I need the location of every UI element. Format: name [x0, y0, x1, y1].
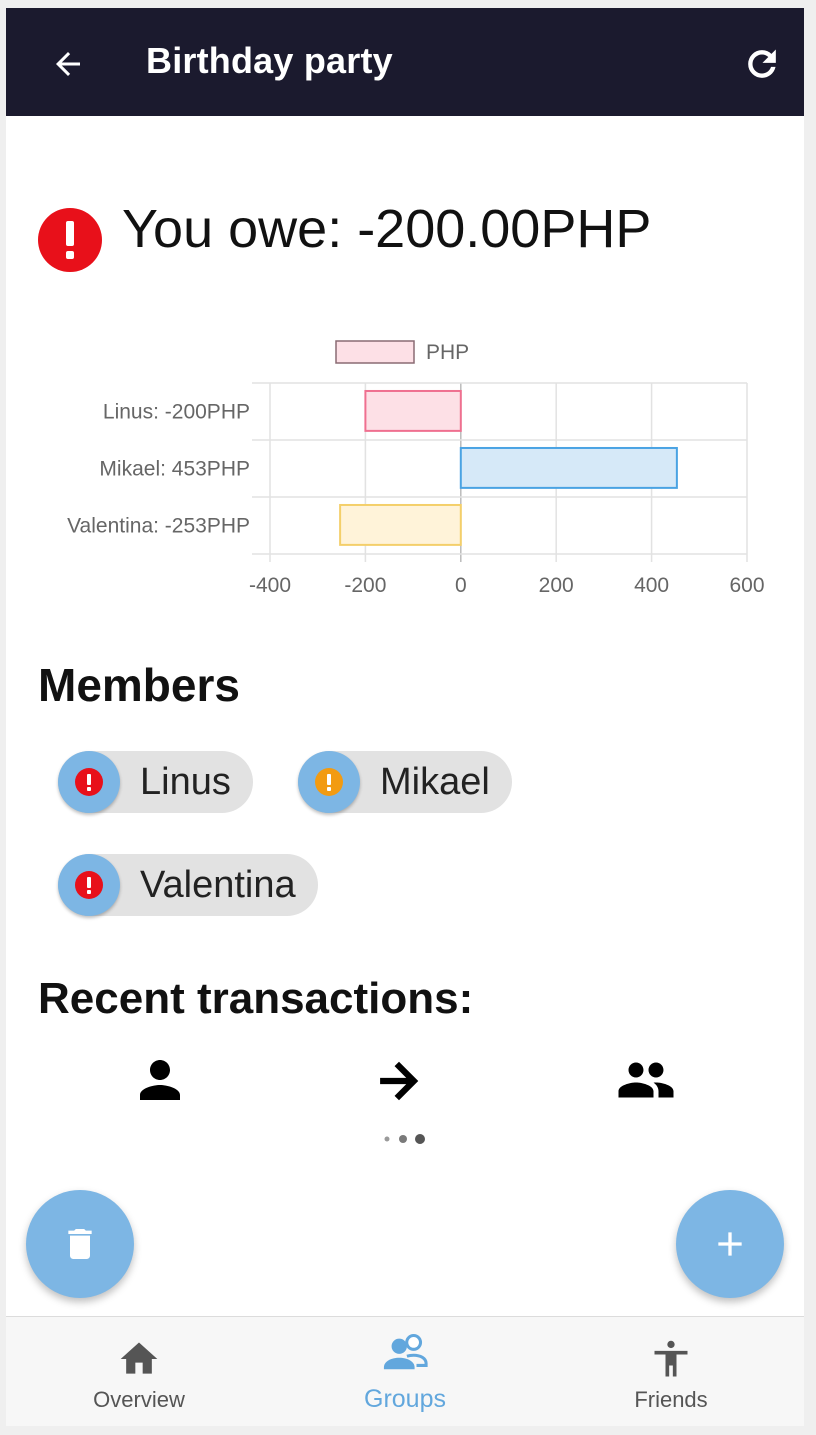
bar [339, 503, 462, 546]
avatar [58, 751, 120, 813]
legend-swatch [335, 340, 415, 364]
person-standing-icon [654, 1340, 688, 1377]
home-icon [120, 1342, 158, 1374]
app-screen: Birthday party You owe: -200.00PHP PHP -4… [6, 8, 804, 1426]
carousel-dot[interactable] [399, 1135, 407, 1143]
nav-item-groups[interactable]: Groups [272, 1317, 538, 1426]
nav-label-friends: Friends [634, 1387, 708, 1412]
x-tick-label: 400 [634, 574, 669, 597]
category-label: Valentina: -253PHP [67, 515, 250, 538]
legend-label: PHP [426, 341, 469, 364]
alert-circle-icon [75, 871, 103, 899]
x-tick-label: 200 [539, 574, 574, 597]
member-name: Valentina [140, 863, 296, 906]
category-label: Mikael: 453PHP [99, 458, 250, 481]
nav-item-friends[interactable]: Friends [538, 1317, 804, 1426]
member-chip-linus[interactable]: Linus [58, 751, 253, 813]
carousel-dot-active[interactable] [415, 1134, 425, 1144]
group-icon [618, 1062, 674, 1098]
x-tick-label: 600 [729, 574, 764, 597]
groups-icon [383, 1333, 428, 1370]
person-icon [140, 1060, 180, 1100]
avatar [298, 751, 360, 813]
nav-label-overview: Overview [93, 1387, 185, 1412]
alert-circle-icon [75, 768, 103, 796]
transactions-title: Recent transactions: [38, 974, 474, 1023]
x-tick-label: -400 [249, 574, 291, 597]
balance-text: You owe: -200.00PHP [122, 199, 652, 259]
members-title: Members [38, 659, 240, 711]
arrow-left-icon[interactable] [50, 46, 86, 82]
member-name: Mikael [380, 760, 490, 803]
refresh-icon[interactable] [742, 44, 782, 84]
alert-circle-icon [315, 768, 343, 796]
alert-circle-icon [38, 208, 102, 272]
page-title: Birthday party [146, 40, 393, 81]
member-name: Linus [140, 760, 231, 803]
member-chip-valentina[interactable]: Valentina [58, 854, 318, 916]
bottom-navigation: Overview Groups Friends [6, 1316, 804, 1426]
carousel-indicator[interactable] [382, 1132, 430, 1146]
add-transaction-button[interactable] [676, 1190, 784, 1298]
bar [364, 389, 462, 432]
x-tick-label: 0 [455, 574, 467, 597]
member-chip-mikael[interactable]: Mikael [298, 751, 512, 813]
avatar [58, 854, 120, 916]
app-bar: Birthday party [6, 8, 804, 116]
plus-icon [718, 1232, 742, 1256]
trash-icon [68, 1229, 92, 1259]
nav-label-groups: Groups [364, 1385, 446, 1413]
delete-group-button[interactable] [26, 1190, 134, 1298]
category-label: Linus: -200PHP [103, 401, 250, 424]
arrow-right-icon [380, 1061, 419, 1101]
carousel-dot[interactable] [384, 1136, 390, 1142]
balance-chart: PHP -400 -200 0 200 400 600 Linus: -200PHP Mikae… [67, 340, 765, 597]
bar [459, 446, 678, 489]
balance-summary: You owe: -200.00PHP [38, 198, 778, 278]
nav-item-overview[interactable]: Overview [6, 1317, 272, 1426]
x-tick-label: -200 [344, 574, 386, 597]
